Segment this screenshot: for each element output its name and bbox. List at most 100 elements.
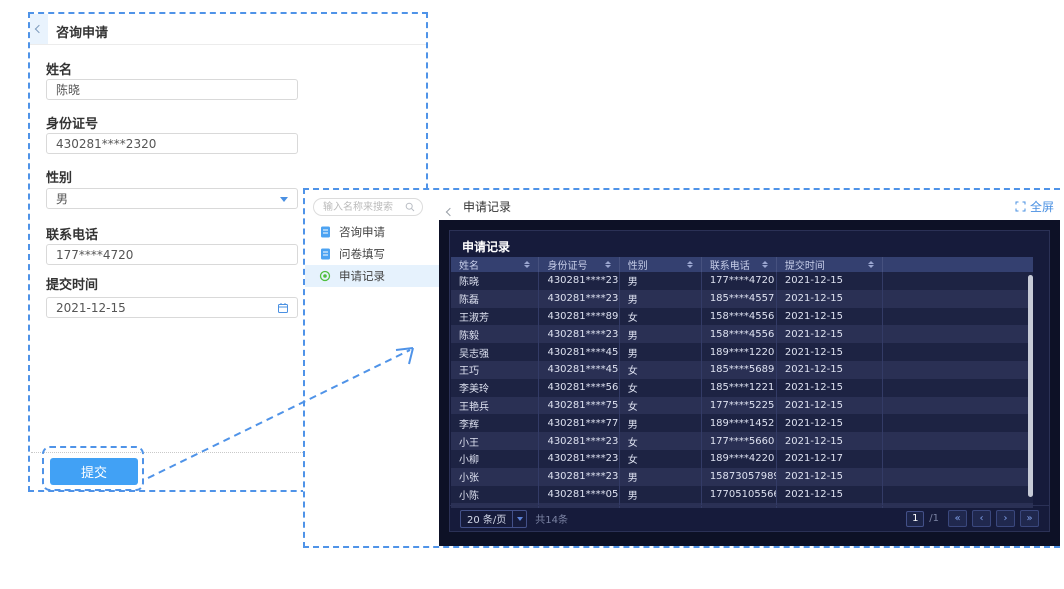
page-size-select[interactable]: 20 条/页 [460, 510, 527, 528]
form-header: 咨询申请 [30, 14, 426, 45]
cell-time: 2021-12-15 [777, 308, 883, 326]
card-title: 申请记录 [462, 238, 510, 255]
cell-name: 陈磊 [451, 290, 539, 308]
table-row[interactable]: 王巧 430281****4552 女 185****5689 2021-12-… [451, 361, 1033, 379]
sort-icon[interactable] [762, 261, 768, 268]
name-field[interactable]: 陈晓 [46, 79, 298, 100]
cell-phone: 15873057989 [702, 468, 777, 486]
document-icon [319, 248, 331, 260]
table-row[interactable]: 王淑芳 430281****8998 女 158****4556 2021-12… [451, 308, 1033, 326]
date-value: 2021-12-15 [56, 301, 126, 315]
column-header-name[interactable]: 姓名 [451, 257, 539, 272]
cell-id: 430281****2322 [539, 290, 619, 308]
phone-label: 联系电话 [46, 224, 98, 243]
table-row[interactable]: 小王 430281****2322 女 177****5660 2021-12-… [451, 432, 1033, 450]
search-input[interactable] [321, 201, 405, 214]
cell-time: 2021-12-15 [777, 379, 883, 397]
pagination-bar: 20 条/页 共14条 1 /1 « ‹ › » [450, 505, 1049, 531]
table-row[interactable]: 陈毅 430281****2320 男 158****4556 2021-12-… [451, 325, 1033, 343]
cell-name: 吴志强 [451, 343, 539, 361]
back-button[interactable] [447, 200, 453, 219]
cell-id: 430281****2322 [539, 432, 619, 450]
records-region: 咨询申请 问卷填写 申请记录 申请记录 全屏 申请记录 [303, 188, 1060, 548]
cell-time: 2021-12-15 [777, 272, 883, 290]
table-row[interactable]: 陈晓 430281****2320 男 177****4720 2021-12-… [451, 272, 1033, 290]
cell-empty [883, 397, 1033, 415]
records-dark-body: 申请记录 姓名 身份证号 性别 联系电话 提交时间 陈晓 430281****2… [439, 220, 1060, 546]
submit-button[interactable]: 提交 [50, 458, 138, 485]
column-header-gender[interactable]: 性别 [620, 257, 702, 272]
back-button[interactable] [30, 14, 48, 44]
cell-empty [883, 468, 1033, 486]
table-body: 陈晓 430281****2320 男 177****4720 2021-12-… [451, 272, 1033, 508]
column-header-phone[interactable]: 联系电话 [702, 257, 777, 272]
cell-time: 2021-12-15 [777, 414, 883, 432]
calendar-icon[interactable] [277, 302, 289, 317]
menu-item-label: 问卷填写 [339, 246, 385, 262]
cell-gender: 男 [620, 343, 702, 361]
menu-item-consult[interactable]: 咨询申请 [305, 221, 439, 243]
cell-gender: 男 [620, 290, 702, 308]
sort-icon[interactable] [868, 261, 874, 268]
cell-id: 430281****2320 [539, 325, 619, 343]
date-field[interactable]: 2021-12-15 [46, 297, 298, 318]
cell-gender: 女 [620, 361, 702, 379]
table-row[interactable]: 小张 430281****2322 男 15873057989 2021-12-… [451, 468, 1033, 486]
cell-empty [883, 272, 1033, 290]
cell-phone: 189****1220 [702, 343, 777, 361]
cell-id: 430281****2320 [539, 272, 619, 290]
cell-phone: 158****4556 [702, 308, 777, 326]
column-header-time[interactable]: 提交时间 [777, 257, 883, 272]
table-row[interactable]: 小柳 430281****2350 女 189****4220 2021-12-… [451, 450, 1033, 468]
sort-icon[interactable] [687, 261, 693, 268]
first-page-button[interactable]: « [948, 510, 967, 527]
cell-phone: 177****5225 [702, 397, 777, 415]
cell-name: 小陈 [451, 486, 539, 504]
menu-item-records[interactable]: 申请记录 [305, 265, 439, 287]
cell-gender: 男 [620, 272, 702, 290]
prev-page-button[interactable]: ‹ [972, 510, 991, 527]
cell-phone: 189****4220 [702, 450, 777, 468]
sort-icon[interactable] [605, 261, 611, 268]
records-topbar: 申请记录 全屏 [439, 190, 1062, 220]
last-page-button[interactable]: » [1020, 510, 1039, 527]
fullscreen-label: 全屏 [1030, 198, 1054, 215]
cell-id: 430281****4557 [539, 343, 619, 361]
cell-gender: 女 [620, 308, 702, 326]
table-row[interactable]: 王艳兵 430281****7585 女 177****5225 2021-12… [451, 397, 1033, 415]
table-scrollbar[interactable] [1028, 275, 1033, 497]
total-count-label: 共14条 [535, 511, 568, 526]
cell-time: 2021-12-15 [777, 486, 883, 504]
table-row[interactable]: 李美玲 430281****5665 女 185****1221 2021-12… [451, 379, 1033, 397]
cell-id: 430281****8998 [539, 308, 619, 326]
next-page-button[interactable]: › [996, 510, 1015, 527]
search-icon [405, 202, 415, 212]
cell-phone: 185****4557 [702, 290, 777, 308]
gender-value: 男 [56, 190, 68, 207]
submit-time-label: 提交时间 [46, 274, 98, 293]
sort-icon[interactable] [524, 261, 530, 268]
cell-time: 2021-12-17 [777, 450, 883, 468]
id-number-field[interactable]: 430281****2320 [46, 133, 298, 154]
table-row[interactable]: 小陈 430281****0517 男 17705105566 2021-12-… [451, 486, 1033, 504]
cell-name: 王艳兵 [451, 397, 539, 415]
cell-id: 430281****4552 [539, 361, 619, 379]
menu-item-questionnaire[interactable]: 问卷填写 [305, 243, 439, 265]
cell-time: 2021-12-15 [777, 343, 883, 361]
column-header-empty [883, 257, 1033, 272]
column-header-id[interactable]: 身份证号 [539, 257, 619, 272]
cell-time: 2021-12-15 [777, 432, 883, 450]
records-card: 申请记录 姓名 身份证号 性别 联系电话 提交时间 陈晓 430281****2… [449, 230, 1050, 532]
cell-time: 2021-12-15 [777, 397, 883, 415]
table-row[interactable]: 吴志强 430281****4557 男 189****1220 2021-12… [451, 343, 1033, 361]
fullscreen-button[interactable]: 全屏 [1015, 198, 1054, 215]
table-row[interactable]: 陈磊 430281****2322 男 185****4557 2021-12-… [451, 290, 1033, 308]
cell-empty [883, 343, 1033, 361]
current-page-input[interactable]: 1 [906, 511, 924, 527]
cell-id: 430281****2322 [539, 468, 619, 486]
records-table: 姓名 身份证号 性别 联系电话 提交时间 陈晓 430281****2320 男… [451, 257, 1033, 508]
phone-field[interactable]: 177****4720 [46, 244, 298, 265]
table-row[interactable]: 李辉 430281****7788 男 189****1452 2021-12-… [451, 414, 1033, 432]
gender-select[interactable]: 男 [46, 188, 298, 209]
cell-gender: 男 [620, 325, 702, 343]
